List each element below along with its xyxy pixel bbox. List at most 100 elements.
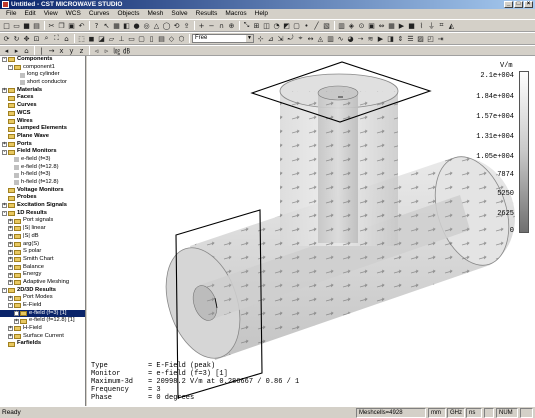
wcs-move-icon[interactable]: ⇲ (276, 34, 285, 43)
expand-icon[interactable]: + (2, 203, 7, 209)
symmetry-icon[interactable]: ⇔ (377, 21, 386, 30)
paste-icon[interactable]: ▣ (67, 21, 76, 30)
tree-item[interactable]: h-field (f=3) (0, 171, 85, 179)
plot-2d-icon[interactable]: ▥ (326, 34, 335, 43)
collapse-icon[interactable]: - (2, 287, 7, 293)
reset-view-icon[interactable]: ⌂ (62, 34, 71, 43)
add-icon[interactable]: + (197, 21, 206, 30)
tree-item[interactable]: + |S| linear (0, 225, 85, 233)
blend-icon[interactable]: ◔ (272, 21, 281, 30)
field-vector-icon[interactable]: → (47, 46, 56, 55)
tree-item[interactable]: - Components (0, 56, 85, 64)
arrows-icon[interactable]: ➝ (356, 34, 365, 43)
working-plane-icon[interactable]: ▱ (107, 34, 116, 43)
db-scale-icon[interactable]: ㏈ (122, 46, 131, 55)
menu-solve[interactable]: Solve (167, 9, 191, 19)
expand-icon[interactable]: + (8, 264, 13, 270)
expand-icon[interactable]: + (8, 241, 13, 247)
menu-edit[interactable]: Edit (20, 9, 39, 19)
mesh-icon[interactable]: ▦ (387, 21, 396, 30)
front-view-icon[interactable]: ▢ (137, 34, 146, 43)
plot-3d-icon[interactable]: ◬ (316, 34, 325, 43)
menu-macros[interactable]: Macros (221, 9, 250, 19)
wire-icon[interactable]: ⌇ (417, 21, 426, 30)
tree-item[interactable]: Curves (0, 102, 85, 110)
plot-1d-icon[interactable]: ∿ (336, 34, 345, 43)
tree-item[interactable]: - Field Monitors (0, 148, 85, 156)
template-icon[interactable]: ◭ (447, 21, 456, 30)
menu-wcs[interactable]: WCS (62, 9, 85, 19)
mode-select[interactable]: Free ▼ (192, 34, 254, 43)
expand-icon[interactable]: + (8, 234, 13, 240)
expand-icon[interactable]: + (2, 88, 7, 94)
cylinder-icon[interactable]: ◎ (142, 21, 151, 30)
pick-edge-icon[interactable]: ╱ (312, 21, 321, 30)
tree-item[interactable]: Plane Wave (0, 133, 85, 141)
print-icon[interactable]: ▤ (32, 21, 41, 30)
animate-icon[interactable]: ▶ (376, 34, 385, 43)
boundary-icon[interactable]: ▣ (367, 21, 376, 30)
undo-icon[interactable]: ↶ (77, 21, 86, 30)
torus-icon[interactable]: ◯ (162, 21, 171, 30)
scale-icon[interactable]: ⇕ (396, 34, 405, 43)
log-scale-icon[interactable]: ㏒ (112, 46, 121, 55)
pick-point-icon[interactable]: • (302, 21, 311, 30)
zoom-icon[interactable]: ⌕ (42, 34, 51, 43)
axes-icon[interactable]: ⊥ (117, 34, 126, 43)
tree-item[interactable]: Lumped Elements (0, 125, 85, 133)
collapse-icon[interactable]: - (8, 65, 13, 71)
menu-results[interactable]: Results (192, 9, 222, 19)
open-folder-icon[interactable]: ▭ (12, 21, 21, 30)
collapse-icon[interactable]: - (2, 211, 7, 217)
probe-icon[interactable]: ⊙ (357, 21, 366, 30)
wcs-toggle-icon[interactable]: ⌖ (296, 34, 305, 43)
tree-item[interactable]: short conductor (0, 79, 85, 87)
align-icon[interactable]: ⊞ (252, 21, 261, 30)
wcs-rotate-icon[interactable]: ⤾ (286, 34, 295, 43)
brick-icon[interactable]: ◧ (122, 21, 131, 30)
minimize-button[interactable]: _ (504, 1, 513, 8)
field-on-surface-icon[interactable]: ◰ (426, 34, 435, 43)
grid-icon[interactable]: ▦ (112, 21, 121, 30)
tree-item[interactable]: long cylinder (0, 71, 85, 79)
wireframe-icon[interactable]: ⬚ (77, 34, 86, 43)
lumped-icon[interactable]: ⏚ (427, 21, 436, 30)
tree-item[interactable]: Faces (0, 94, 85, 102)
tree-item[interactable]: - E-Field (0, 302, 85, 310)
expand-icon[interactable]: + (2, 141, 7, 147)
shaded-icon[interactable]: ◼ (87, 34, 96, 43)
field-z-icon[interactable]: z (77, 46, 86, 55)
new-file-icon[interactable]: □ (2, 21, 11, 30)
tree-item[interactable]: + Ports (0, 141, 85, 149)
result-forward-icon[interactable]: ▸ (12, 46, 21, 55)
color-ramp-icon[interactable]: ▨ (416, 34, 425, 43)
cut-icon[interactable]: ✂ (47, 21, 56, 30)
insert-icon[interactable]: ⊕ (227, 21, 236, 30)
expand-icon[interactable]: + (8, 249, 13, 255)
tree-item[interactable]: + Port signals (0, 217, 85, 225)
stop-icon[interactable]: ■ (407, 21, 416, 30)
iso-view-icon[interactable]: ◇ (167, 34, 176, 43)
tree-item[interactable]: + |S| dB (0, 233, 85, 241)
menu-help[interactable]: Help (251, 9, 272, 19)
tree-item[interactable]: + e-field (f=12.8) [1] (0, 317, 85, 325)
plot-polar-icon[interactable]: ◕ (346, 34, 355, 43)
collapse-icon[interactable]: - (2, 149, 7, 155)
cut-field-icon[interactable]: ◨ (386, 34, 395, 43)
close-button[interactable]: × (524, 1, 533, 8)
menu-curves[interactable]: Curves (85, 9, 114, 19)
copy-icon[interactable]: ❐ (57, 21, 66, 30)
pan-icon[interactable]: ✥ (22, 34, 31, 43)
tree-item[interactable]: + Adaptive Meshing (0, 279, 85, 287)
cone-icon[interactable]: △ (152, 21, 161, 30)
tree-item[interactable]: e-field (f=12.8) (0, 164, 85, 172)
rotate-view-axis-icon[interactable]: ↻ (12, 34, 21, 43)
phase-down-icon[interactable]: ◃ (92, 46, 101, 55)
tree-item[interactable]: + S polar (0, 248, 85, 256)
perspective-icon[interactable]: ⬡ (177, 34, 186, 43)
expand-icon[interactable]: + (8, 257, 13, 263)
result-back-icon[interactable]: ◂ (2, 46, 11, 55)
help-icon[interactable]: ? (92, 21, 101, 30)
tree-item[interactable]: h-field (f=12.8) (0, 179, 85, 187)
tree-item[interactable]: + Energy (0, 271, 85, 279)
